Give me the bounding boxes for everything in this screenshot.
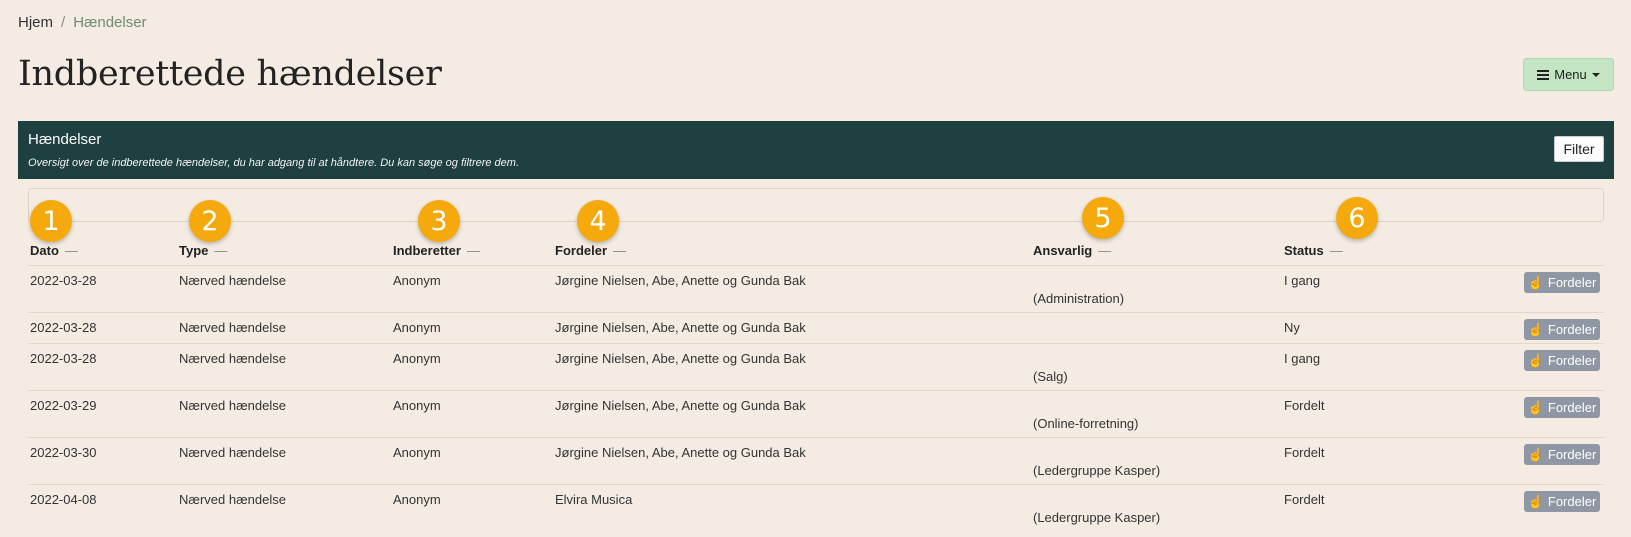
column-header-type[interactable]: Type — xyxy=(179,243,227,258)
column-header-ansvarlig[interactable]: Ansvarlig — xyxy=(1033,243,1111,258)
hand-pointer-icon: ☝ xyxy=(1527,494,1544,509)
annotation-badge-6: 6 xyxy=(1336,197,1378,239)
panel-description: Oversigt over de indberettede hændelser,… xyxy=(28,157,520,169)
cell-status: Ny xyxy=(1284,320,1300,335)
cell-type: Nærved hændelse xyxy=(179,492,286,507)
column-header-label: Dato xyxy=(30,243,59,258)
cell-fordeler: Jørgine Nielsen, Abe, Anette og Gunda Ba… xyxy=(555,273,806,288)
cell-status: I gang xyxy=(1284,273,1321,288)
list-icon xyxy=(1537,69,1550,80)
cell-type: Nærved hændelse xyxy=(179,351,286,366)
cell-indberetter: Anonym xyxy=(393,398,441,413)
cell-indberetter: Anonym xyxy=(393,273,441,288)
column-header-label: Type xyxy=(179,243,209,258)
cell-dato: 2022-03-30 xyxy=(30,445,97,460)
cell-dato: 2022-03-28 xyxy=(30,320,97,335)
menu-button[interactable]: Menu xyxy=(1523,58,1614,91)
column-header-label: Indberetter xyxy=(393,243,461,258)
column-header-label: Fordeler xyxy=(555,243,608,258)
table-row[interactable]: 2022-04-08 Nærved hændelse Anonym Elvira… xyxy=(28,484,1604,537)
table-row[interactable]: 2022-03-29 Nærved hændelse Anonym Jørgin… xyxy=(28,390,1604,437)
caret-down-icon xyxy=(1591,72,1600,77)
breadcrumb-home-link[interactable]: Hjem xyxy=(18,14,53,31)
table-row[interactable]: 2022-03-28 Nærved hændelse Anonym Jørgin… xyxy=(28,343,1604,390)
cell-type: Nærved hændelse xyxy=(179,273,286,288)
hand-pointer-icon: ☝ xyxy=(1527,400,1544,415)
table-row[interactable]: 2022-03-30 Nærved hændelse Anonym Jørgin… xyxy=(28,437,1604,484)
cell-fordeler: Jørgine Nielsen, Abe, Anette og Gunda Ba… xyxy=(555,445,806,460)
hand-pointer-icon: ☝ xyxy=(1527,447,1544,462)
cell-status: Fordelt xyxy=(1284,492,1325,507)
column-header-label: Status xyxy=(1284,243,1324,258)
table-row[interactable]: 2022-03-28 Nærved hændelse Anonym Jørgin… xyxy=(28,265,1604,312)
column-header-dato[interactable]: Dato — xyxy=(30,243,78,258)
annotation-badge-4: 4 xyxy=(577,200,619,242)
cell-fordeler: Jørgine Nielsen, Abe, Anette og Gunda Ba… xyxy=(555,320,806,335)
filter-button[interactable]: Filter xyxy=(1554,136,1604,162)
column-header-label: Ansvarlig xyxy=(1033,243,1093,258)
cell-indberetter: Anonym xyxy=(393,351,441,366)
cell-indberetter: Anonym xyxy=(393,492,441,507)
page-title: Indberettede hændelser xyxy=(18,54,442,94)
fordeler-button[interactable]: ☝ Fordeler xyxy=(1524,491,1600,512)
cell-type: Nærved hændelse xyxy=(179,320,286,335)
sort-icon: — xyxy=(1098,243,1112,258)
sort-icon: — xyxy=(1329,243,1343,258)
cell-ansvarlig: (Administration) xyxy=(1033,291,1125,306)
fordeler-button-label: Fordeler xyxy=(1547,322,1597,337)
cell-fordeler: Jørgine Nielsen, Abe, Anette og Gunda Ba… xyxy=(555,398,806,413)
cell-dato: 2022-03-28 xyxy=(30,273,97,288)
panel-body: Dato — Type — Indberetter — Fordeler — Ansva… xyxy=(18,179,1614,537)
sort-icon: — xyxy=(214,243,228,258)
cell-type: Nærved hændelse xyxy=(179,398,286,413)
cell-status: I gang xyxy=(1284,351,1321,366)
cell-ansvarlig: (Ledergruppe Kasper) xyxy=(1033,510,1161,525)
column-header-fordeler[interactable]: Fordeler — xyxy=(555,243,626,258)
hand-pointer-icon: ☝ xyxy=(1527,275,1544,290)
fordeler-button-label: Fordeler xyxy=(1547,400,1597,415)
cell-ansvarlig: (Online-forretning) xyxy=(1033,416,1139,431)
breadcrumb-separator: / xyxy=(61,14,66,31)
cell-indberetter: Anonym xyxy=(393,445,441,460)
hand-pointer-icon: ☝ xyxy=(1527,353,1544,368)
cell-indberetter: Anonym xyxy=(393,320,441,335)
fordeler-button-label: Fordeler xyxy=(1547,494,1597,509)
cell-dato: 2022-04-08 xyxy=(30,492,97,507)
fordeler-button[interactable]: ☝ Fordeler xyxy=(1524,272,1600,293)
fordeler-button[interactable]: ☝ Fordeler xyxy=(1524,444,1600,465)
cell-ansvarlig: (Ledergruppe Kasper) xyxy=(1033,463,1161,478)
column-header-status[interactable]: Status — xyxy=(1284,243,1343,258)
cell-ansvarlig: (Salg) xyxy=(1033,369,1068,384)
sort-icon: — xyxy=(466,243,480,258)
sort-icon: — xyxy=(613,243,627,258)
fordeler-button[interactable]: ☝ Fordeler xyxy=(1524,319,1600,340)
fordeler-button-label: Fordeler xyxy=(1547,275,1597,290)
hand-pointer-icon: ☝ xyxy=(1527,322,1544,337)
panel-header: Hændelser Oversigt over de indberettede … xyxy=(18,121,1614,179)
fordeler-button[interactable]: ☝ Fordeler xyxy=(1524,397,1600,418)
cell-dato: 2022-03-28 xyxy=(30,351,97,366)
breadcrumb-current: Hændelser xyxy=(73,14,147,31)
cell-dato: 2022-03-29 xyxy=(30,398,97,413)
breadcrumb: Hjem / Hændelser xyxy=(18,14,147,31)
fordeler-button-label: Fordeler xyxy=(1547,353,1597,368)
cell-status: Fordelt xyxy=(1284,445,1325,460)
column-header-indberetter[interactable]: Indberetter — xyxy=(393,243,480,258)
menu-button-label: Menu xyxy=(1554,67,1587,82)
annotation-badge-1: 1 xyxy=(30,200,72,242)
annotation-badge-5: 5 xyxy=(1082,197,1124,239)
annotation-badge-2: 2 xyxy=(189,200,231,242)
panel-title: Hændelser xyxy=(28,131,102,148)
cell-status: Fordelt xyxy=(1284,398,1325,413)
table-row[interactable]: 2022-03-28 Nærved hændelse Anonym Jørgin… xyxy=(28,312,1604,343)
fordeler-button[interactable]: ☝ Fordeler xyxy=(1524,350,1600,371)
sort-icon: — xyxy=(64,243,78,258)
annotation-badge-3: 3 xyxy=(418,200,460,242)
cell-fordeler: Elvira Musica xyxy=(555,492,633,507)
cell-type: Nærved hændelse xyxy=(179,445,286,460)
cell-fordeler: Jørgine Nielsen, Abe, Anette og Gunda Ba… xyxy=(555,351,806,366)
fordeler-button-label: Fordeler xyxy=(1547,447,1597,462)
